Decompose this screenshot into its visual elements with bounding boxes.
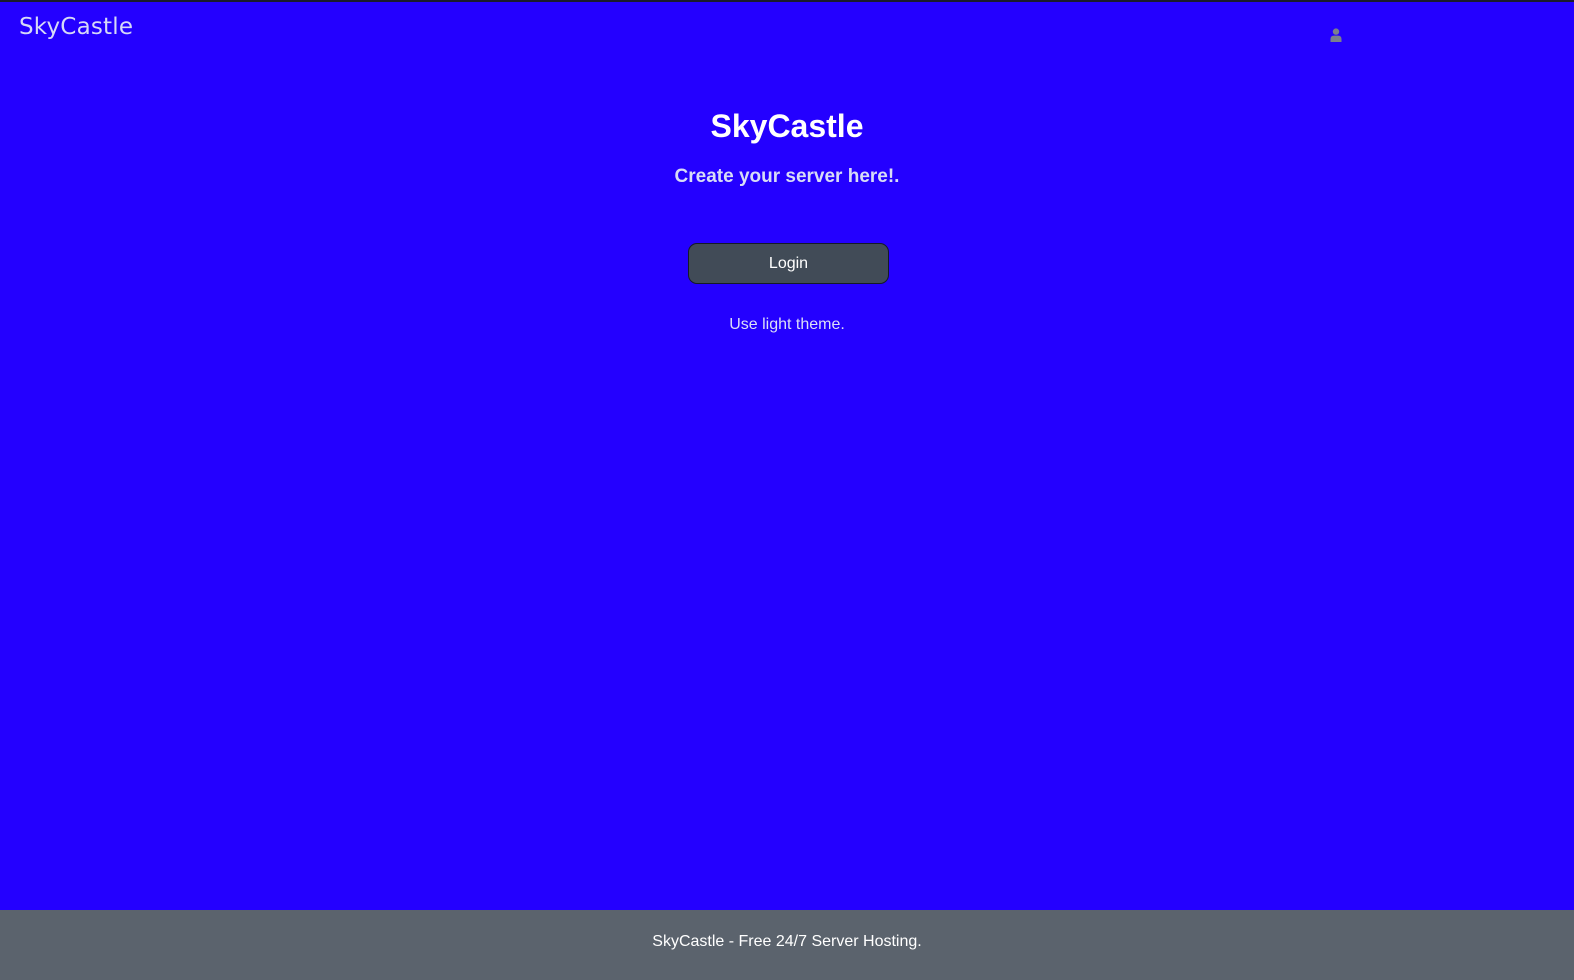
theme-toggle-link[interactable]: Use light theme. — [0, 316, 1574, 334]
footer: SkyCastle - Free 24/7 Server Hosting. — [0, 910, 1574, 980]
footer-text: SkyCastle - Free 24/7 Server Hosting. — [652, 933, 922, 950]
hero: SkyCastle Create your server here!. — [0, 100, 1574, 199]
page-subtitle: Create your server here!. — [674, 166, 900, 187]
brand-link[interactable]: SkyCastle — [19, 14, 133, 40]
page-title: SkyCastle — [710, 108, 864, 144]
login-button[interactable]: Login — [688, 243, 889, 284]
user-icon[interactable] — [1330, 28, 1342, 42]
navbar: SkyCastle — [0, 2, 1574, 58]
